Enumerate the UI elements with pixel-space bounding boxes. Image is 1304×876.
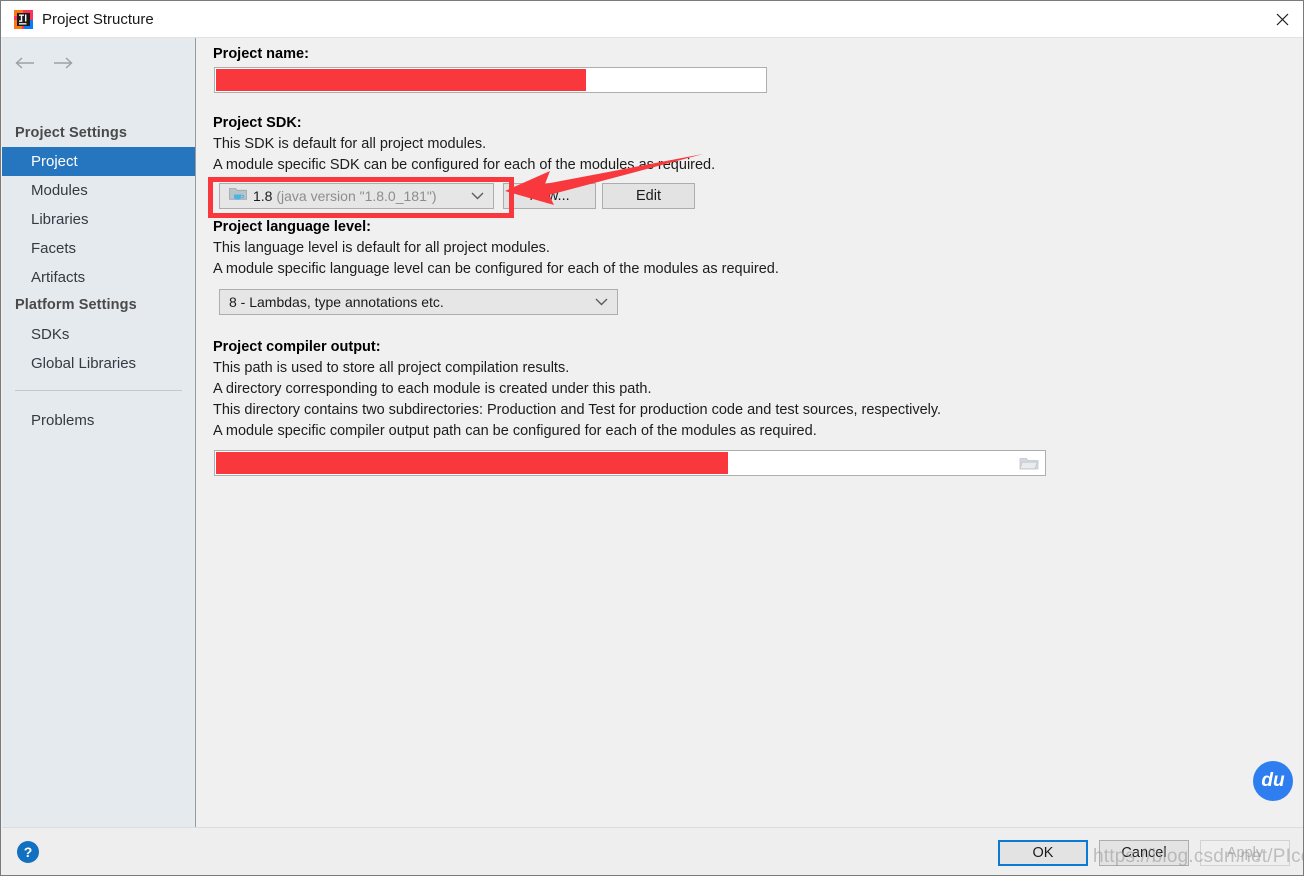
settings-sidebar: Project Settings Platform Settings Proje… — [2, 38, 196, 827]
project-sdk-dropdown[interactable]: 1.8 (java version "1.8.0_181") — [219, 183, 494, 209]
browse-folder-icon[interactable] — [1015, 453, 1043, 473]
sidebar-item-facets[interactable]: Facets — [2, 234, 195, 263]
sidebar-item-label: Libraries — [31, 211, 89, 228]
project-sdk-detail: (java version "1.8.0_181") — [276, 188, 437, 204]
sidebar-item-label: Facets — [31, 240, 77, 257]
compiler-output-desc-1: This path is used to store all project c… — [213, 360, 570, 376]
help-icon[interactable]: ? — [17, 841, 39, 863]
language-level-value: 8 - Lambdas, type annotations etc. — [229, 294, 444, 310]
java-sdk-folder-icon — [229, 186, 247, 206]
window-title: Project Structure — [42, 11, 154, 28]
chevron-down-icon — [471, 187, 484, 205]
project-sdk-value: 1.8 — [253, 188, 273, 204]
sidebar-item-project[interactable]: Project — [2, 147, 195, 176]
dialog-footer: ? OK Cancel Apply — [2, 827, 1303, 875]
sidebar-item-label: Global Libraries — [31, 355, 137, 372]
title-bar: Project Structure — [1, 1, 1303, 38]
compiler-output-desc-3: This directory contains two subdirectori… — [213, 402, 942, 418]
sidebar-group-platform-settings: Platform Settings — [15, 297, 137, 313]
project-sdk-label: Project SDK: — [213, 115, 302, 131]
forward-arrow-icon[interactable] — [52, 52, 74, 74]
sidebar-item-label: Modules — [31, 182, 88, 199]
sidebar-item-artifacts[interactable]: Artifacts — [2, 263, 195, 292]
project-name-redaction — [216, 69, 586, 91]
sidebar-item-sdks[interactable]: SDKs — [2, 320, 195, 349]
project-sdk-desc-2: A module specific SDK can be configured … — [213, 157, 716, 173]
apply-button: Apply — [1200, 840, 1290, 866]
ok-button[interactable]: OK — [998, 840, 1088, 866]
navigation-arrows — [14, 52, 74, 74]
chevron-down-icon — [595, 293, 608, 311]
cancel-button[interactable]: Cancel — [1099, 840, 1189, 866]
project-name-input[interactable] — [214, 67, 767, 93]
sidebar-item-global-libraries[interactable]: Global Libraries — [2, 349, 195, 378]
compiler-output-redaction — [216, 452, 728, 474]
edit-sdk-button[interactable]: Edit — [602, 183, 695, 209]
language-level-dropdown[interactable]: 8 - Lambdas, type annotations etc. — [219, 289, 618, 315]
compiler-output-input[interactable] — [214, 450, 1046, 476]
language-level-desc-2: A module specific language level can be … — [213, 261, 779, 277]
project-structure-dialog: Project Structure Project Settings Platf… — [0, 0, 1304, 876]
compiler-output-desc-4: A module specific compiler output path c… — [213, 423, 817, 439]
compiler-output-desc-2: A directory corresponding to each module… — [213, 381, 652, 397]
project-settings-panel: Project name: Project SDK: This SDK is d… — [197, 38, 1303, 827]
sidebar-item-label: SDKs — [31, 326, 70, 343]
intellij-idea-icon — [14, 10, 33, 29]
sidebar-item-libraries[interactable]: Libraries — [2, 205, 195, 234]
sidebar-divider — [15, 390, 182, 391]
sidebar-item-label: Artifacts — [31, 269, 86, 286]
project-name-label: Project name: — [213, 46, 309, 62]
project-sdk-desc-1: This SDK is default for all project modu… — [213, 136, 487, 152]
back-arrow-icon[interactable] — [14, 52, 36, 74]
sidebar-item-modules[interactable]: Modules — [2, 176, 195, 205]
new-sdk-button[interactable]: New... — [503, 183, 596, 209]
sidebar-item-problems[interactable]: Problems — [2, 406, 195, 435]
compiler-output-label: Project compiler output: — [213, 339, 381, 355]
language-level-desc-1: This language level is default for all p… — [213, 240, 550, 256]
language-level-label: Project language level: — [213, 219, 371, 235]
sidebar-item-label: Project — [31, 153, 78, 170]
close-icon[interactable] — [1259, 1, 1303, 37]
sidebar-item-label: Problems — [31, 412, 95, 429]
sidebar-group-project-settings: Project Settings — [15, 125, 127, 141]
